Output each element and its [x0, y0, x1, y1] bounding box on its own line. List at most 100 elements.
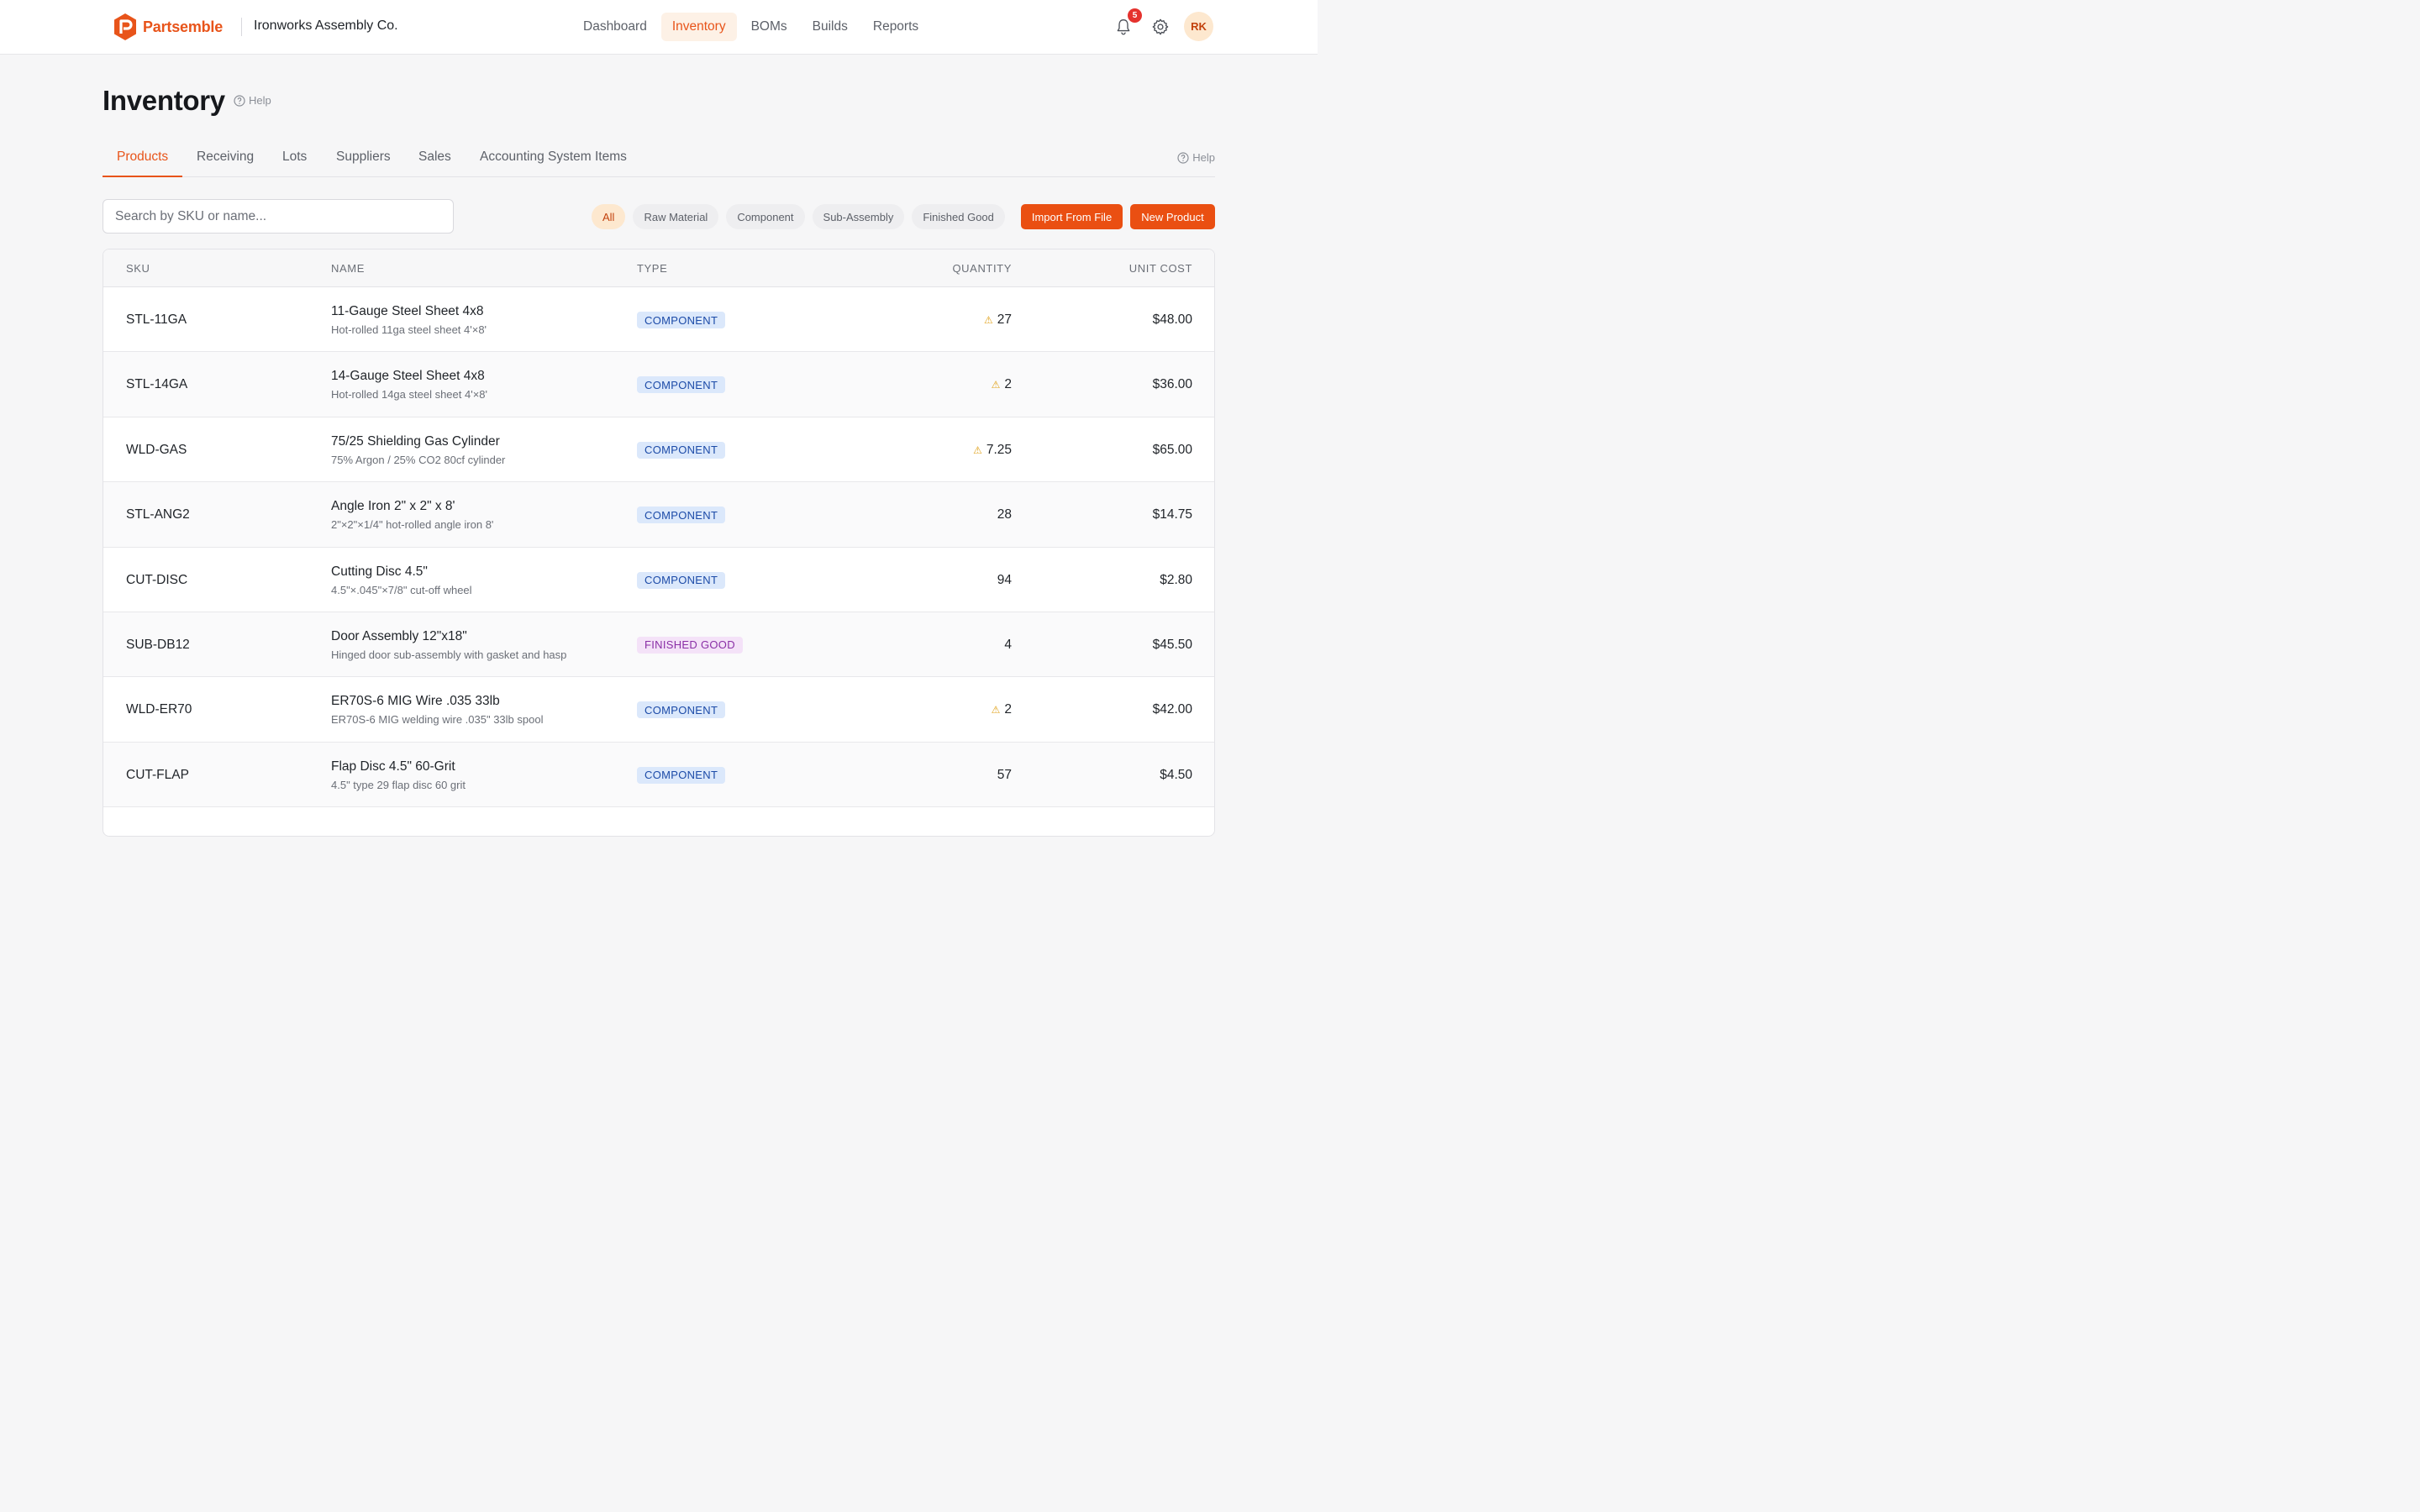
row-name[interactable]: ER70S-6 MIG Wire .035 33lb — [331, 694, 500, 709]
gear-icon[interactable] — [1151, 18, 1170, 36]
row-quantity-value: 7.25 — [986, 442, 1012, 457]
column-header-sku[interactable]: SKU — [126, 262, 150, 275]
row-unit-cost: $36.00 — [1152, 377, 1192, 392]
table-body: STL-11GA 11-Gauge Steel Sheet 4x8 Hot-roll… — [103, 287, 1214, 808]
tab-products[interactable]: Products — [117, 150, 168, 165]
row-quantity: 57 — [997, 768, 1012, 783]
org-divider — [241, 18, 242, 36]
type-badge: COMPONENT — [637, 507, 726, 524]
row-name[interactable]: Cutting Disc 4.5" — [331, 564, 428, 580]
active-tab-indicator — [103, 176, 182, 177]
row-quantity-value: 4 — [1004, 637, 1012, 652]
type-badge: COMPONENT — [637, 571, 726, 589]
filter-finished-good[interactable]: Finished Good — [912, 204, 1005, 229]
user-avatar[interactable]: RK — [1184, 12, 1213, 41]
row-unit-cost: $2.80 — [1160, 572, 1192, 587]
tab-accounting-system-items[interactable]: Accounting System Items — [480, 150, 627, 165]
table-header: SKU NAME TYPE QUANTITY UNIT COST — [103, 249, 1214, 287]
row-quantity-value: 57 — [997, 767, 1012, 782]
row-name[interactable]: Flap Disc 4.5" 60-Grit — [331, 759, 455, 774]
table-row[interactable]: STL-14GA 14-Gauge Steel Sheet 4x8 Hot-roll… — [103, 352, 1214, 417]
nav-dashboard[interactable]: Dashboard — [572, 13, 658, 41]
row-unit-cost: $65.00 — [1152, 442, 1192, 457]
tab-receiving[interactable]: Receiving — [197, 150, 254, 165]
title-help-label: Help — [249, 94, 271, 107]
row-quantity-value: 2 — [1004, 377, 1012, 392]
type-badge: COMPONENT — [637, 376, 726, 394]
row-description: 4.5"×.045"×7/8" cut-off wheel — [331, 583, 472, 596]
row-name[interactable]: 75/25 Shielding Gas Cylinder — [331, 434, 500, 449]
column-header-unit-cost[interactable]: UNIT COST — [1129, 262, 1192, 275]
row-sku: STL-11GA — [126, 312, 187, 327]
row-sku: STL-ANG2 — [126, 507, 190, 522]
type-badge: COMPONENT — [637, 312, 726, 328]
column-header-quantity[interactable]: QUANTITY — [952, 262, 1012, 275]
new-product-button[interactable]: New Product — [1130, 204, 1215, 229]
filter-all[interactable]: All — [592, 204, 626, 229]
row-description: 75% Argon / 25% CO2 80cf cylinder — [331, 453, 506, 466]
row-description: Hinged door sub-assembly with gasket and… — [331, 648, 567, 661]
tab-sales[interactable]: Sales — [418, 150, 451, 165]
row-name[interactable]: Angle Iron 2" x 2" x 8' — [331, 499, 455, 514]
filter-sub-assembly[interactable]: Sub-Assembly — [812, 204, 905, 229]
table-row[interactable]: STL-11GA 11-Gauge Steel Sheet 4x8 Hot-roll… — [103, 287, 1214, 353]
title-help-link[interactable]: Help — [234, 94, 271, 107]
row-unit-cost: $45.50 — [1152, 637, 1192, 652]
search-input[interactable] — [103, 199, 454, 234]
brand-logo[interactable]: Partsemble — [113, 13, 223, 41]
main-nav: Dashboard Inventory BOMs Builds Reports — [572, 13, 933, 41]
nav-reports[interactable]: Reports — [862, 13, 929, 41]
row-quantity: 94 — [997, 573, 1012, 588]
nav-inventory[interactable]: Inventory — [660, 13, 737, 41]
row-description: ER70S-6 MIG welding wire .035" 33lb spoo… — [331, 713, 544, 727]
page-title: Inventory — [103, 85, 225, 116]
row-quantity: 28 — [997, 507, 1012, 522]
top-bar: Partsemble Ironworks Assembly Co. Dashbo… — [0, 0, 1318, 55]
type-badge: FINISHED GOOD — [637, 636, 743, 654]
table-row[interactable]: WLD-GAS 75/25 Shielding Gas Cylinder 75% A… — [103, 417, 1214, 483]
row-quantity-value: 94 — [997, 572, 1012, 587]
row-quantity-value: 27 — [997, 312, 1012, 327]
row-quantity: ⚠ 2 — [992, 377, 1012, 392]
filter-component[interactable]: Component — [726, 204, 805, 229]
row-name[interactable]: 11-Gauge Steel Sheet 4x8 — [331, 304, 484, 319]
filter-raw-material[interactable]: Raw Material — [633, 204, 719, 229]
tabs-help-link[interactable]: Help — [1177, 151, 1215, 164]
table-row[interactable]: STL-ANG2 Angle Iron 2" x 2" x 8' 2"×2"×1/4… — [103, 482, 1214, 548]
row-sku: SUB-DB12 — [126, 637, 190, 652]
nav-builds[interactable]: Builds — [802, 13, 859, 41]
row-unit-cost: $48.00 — [1152, 312, 1192, 327]
low-stock-warning-icon: ⚠ — [983, 314, 993, 326]
nav-boms[interactable]: BOMs — [740, 13, 798, 41]
import-from-file-button[interactable]: Import From File — [1021, 204, 1123, 229]
row-description: Hot-rolled 14ga steel sheet 4'×8' — [331, 388, 487, 402]
partsemble-logo-icon — [114, 13, 136, 40]
low-stock-warning-icon: ⚠ — [991, 704, 1001, 717]
row-quantity-value: 2 — [1004, 702, 1012, 717]
row-sku: CUT-FLAP — [126, 767, 189, 782]
type-filters: All Raw Material Component Sub-Assembly … — [592, 204, 1005, 229]
row-sku: WLD-ER70 — [126, 702, 192, 717]
row-quantity: 4 — [1004, 638, 1012, 653]
row-description: Hot-rolled 11ga steel sheet 4'×8' — [331, 323, 487, 336]
row-name[interactable]: 14-Gauge Steel Sheet 4x8 — [331, 369, 485, 384]
tab-suppliers[interactable]: Suppliers — [336, 150, 391, 165]
tab-lots[interactable]: Lots — [282, 150, 307, 165]
table-row[interactable]: CUT-DISC Cutting Disc 4.5" 4.5"×.045"×7/8"… — [103, 548, 1214, 612]
help-circle-icon — [1177, 151, 1189, 164]
type-badge: COMPONENT — [637, 766, 726, 784]
row-unit-cost: $14.75 — [1152, 507, 1192, 522]
low-stock-warning-icon: ⚠ — [991, 379, 1001, 391]
column-header-type[interactable]: TYPE — [637, 262, 667, 275]
table-row[interactable]: WLD-ER70 ER70S-6 MIG Wire .035 33lb ER70S-… — [103, 677, 1214, 743]
table-row[interactable]: CUT-FLAP Flap Disc 4.5" 60-Grit 4.5" type … — [103, 742, 1214, 808]
brand-name: Partsemble — [143, 18, 224, 35]
row-sku: WLD-GAS — [126, 442, 187, 457]
organization-name: Ironworks Assembly Co. — [254, 18, 398, 33]
help-circle-icon — [234, 94, 245, 107]
notification-badge: 5 — [1128, 8, 1142, 23]
column-header-name[interactable]: NAME — [331, 262, 365, 275]
type-badge: COMPONENT — [637, 441, 726, 459]
row-name[interactable]: Door Assembly 12"x18" — [331, 629, 467, 644]
table-row[interactable]: SUB-DB12 Door Assembly 12"x18" Hinged door… — [103, 612, 1214, 678]
